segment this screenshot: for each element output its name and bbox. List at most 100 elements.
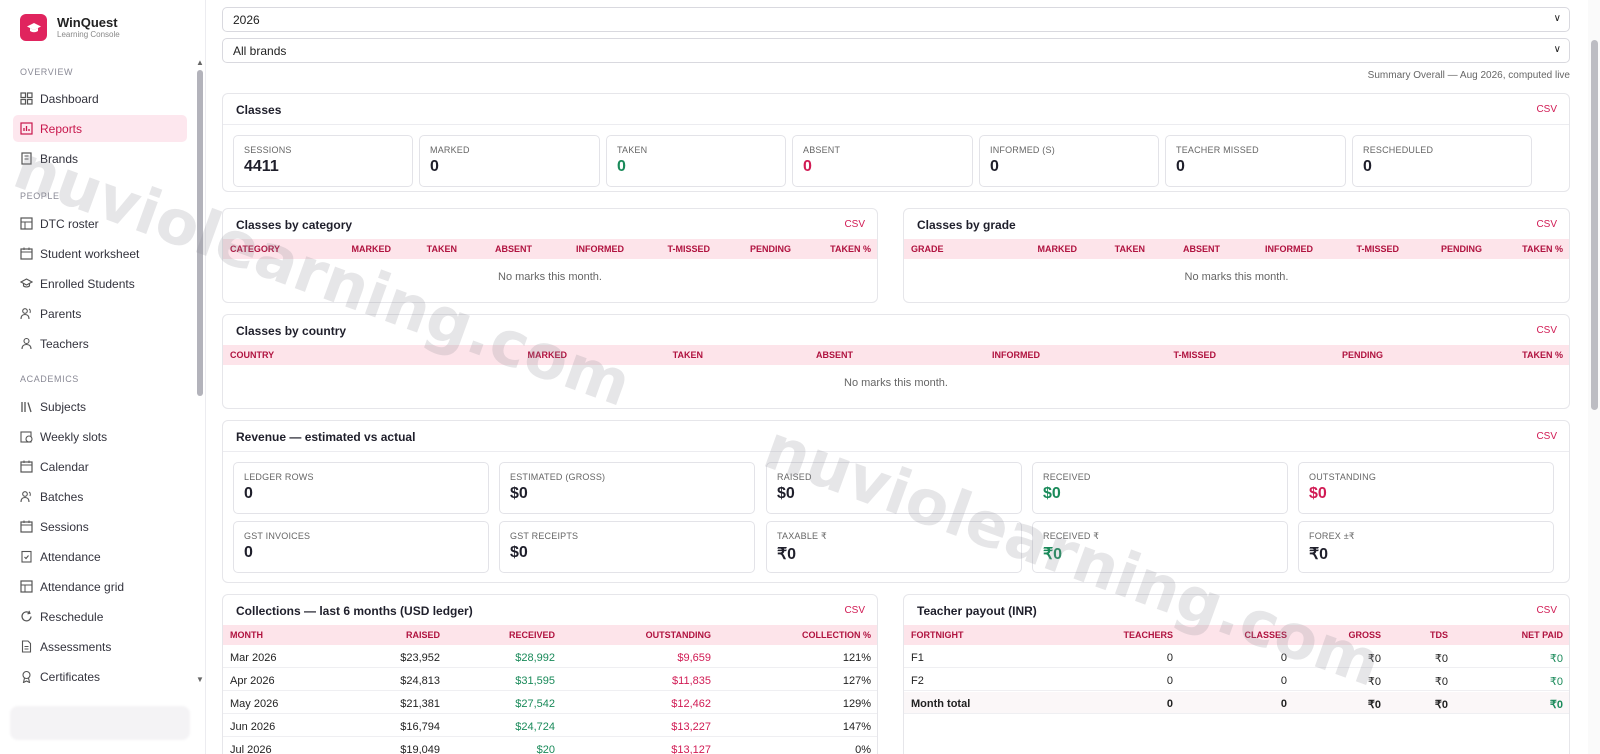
cell-fortnight: Month total bbox=[911, 698, 971, 710]
year-select[interactable]: 2026 ∨ bbox=[222, 7, 1570, 32]
page-scrollbar-thumb[interactable] bbox=[1591, 40, 1598, 410]
sidebar-item-sessions[interactable]: Sessions bbox=[13, 513, 187, 540]
sidebar-item-brands[interactable]: Brands bbox=[13, 145, 187, 172]
scroll-up-arrow-icon[interactable]: ▲ bbox=[196, 58, 204, 67]
revenue-csv-link[interactable]: CSV bbox=[1536, 431, 1557, 442]
stat-label: GST RECEIPTS bbox=[510, 531, 579, 541]
sidebar-item-teachers[interactable]: Teachers bbox=[13, 330, 187, 357]
sidebar-item-parents[interactable]: Parents bbox=[13, 300, 187, 327]
col-pending: PENDING bbox=[1440, 244, 1482, 254]
brand-subtitle: Learning Console bbox=[57, 30, 120, 39]
stat-ledger-rows: LEDGER ROWS 0 bbox=[233, 462, 489, 514]
calendar-icon bbox=[20, 520, 33, 533]
sidebar-scrollbar[interactable]: ▲ ▼ bbox=[196, 58, 204, 688]
divider bbox=[223, 451, 1569, 452]
stat-gst-invoices: GST INVOICES 0 bbox=[233, 521, 489, 573]
country-csv-link[interactable]: CSV bbox=[1536, 325, 1557, 336]
sidebar-item-label: Dashboard bbox=[40, 91, 99, 106]
sidebar-item-certificates[interactable]: Certificates bbox=[13, 663, 187, 688]
sidebar-item-batches[interactable]: Batches bbox=[13, 483, 187, 510]
cell-fortnight: F2 bbox=[911, 675, 924, 687]
cell-tds: ₹0 bbox=[1434, 699, 1448, 711]
category-csv-link[interactable]: CSV bbox=[844, 219, 865, 230]
sidebar-item-assessments[interactable]: Assessments bbox=[13, 633, 187, 660]
table-row: Jul 2026 $19,049 $20 $13,127 0% bbox=[223, 738, 877, 754]
year-select-value: 2026 bbox=[233, 12, 260, 27]
table-icon bbox=[20, 580, 33, 593]
cell-raised: $24,813 bbox=[400, 675, 440, 687]
stat-received: RECEIVED $0 bbox=[1032, 462, 1288, 514]
sidebar-item-attendance[interactable]: Attendance bbox=[13, 543, 187, 570]
col-received: RECEIVED bbox=[508, 630, 555, 640]
stat-value: 0 bbox=[617, 158, 626, 175]
scroll-down-arrow-icon[interactable]: ▼ bbox=[196, 675, 204, 684]
cell-tds: ₹0 bbox=[1434, 653, 1448, 665]
stat-value: ₹0 bbox=[777, 546, 797, 563]
cell-collection-pct: 129% bbox=[842, 698, 871, 710]
classes-by-country-title: Classes by country bbox=[236, 324, 347, 338]
award-icon bbox=[20, 670, 33, 683]
sidebar-item-dtc-roster[interactable]: DTC roster bbox=[13, 210, 187, 237]
sidebar-item-label: Attendance grid bbox=[40, 579, 125, 594]
cell-raised: $19,049 bbox=[400, 744, 440, 754]
teacher-payout-title: Teacher payout (INR) bbox=[917, 604, 1037, 618]
section-label-people: PEOPLE bbox=[20, 191, 60, 201]
stat-outstanding: OUTSTANDING $0 bbox=[1298, 462, 1554, 514]
col-marked: MARKED bbox=[351, 244, 392, 254]
stat-value: $0 bbox=[1043, 485, 1061, 502]
stat-label: ESTIMATED (GROSS) bbox=[510, 472, 606, 482]
col-marked: MARKED bbox=[527, 350, 568, 360]
stat-gst-receipts: GST RECEIPTS $0 bbox=[499, 521, 755, 573]
collections-table-header: MONTH RAISED RECEIVED OUTSTANDING COLLEC… bbox=[223, 625, 877, 645]
stat-value: 0 bbox=[990, 158, 999, 175]
summary-text: Summary Overall — Aug 2026, computed liv… bbox=[1367, 70, 1570, 81]
empty-state: No marks this month. bbox=[498, 271, 602, 283]
sidebar-scrollbar-thumb[interactable] bbox=[197, 70, 203, 396]
sidebar-item-weekly-slots[interactable]: Weekly slots bbox=[13, 423, 187, 450]
stat-marked: MARKED 0 bbox=[419, 135, 600, 187]
classes-by-country-card: Classes by country CSV COUNTRY MARKED TA… bbox=[222, 314, 1570, 409]
table-icon bbox=[20, 217, 33, 230]
stat-value: 0 bbox=[803, 158, 812, 175]
cell-classes: 0 bbox=[1280, 698, 1287, 710]
sidebar-item-calendar[interactable]: Calendar bbox=[13, 453, 187, 480]
sidebar-item-student-worksheet[interactable]: Student worksheet bbox=[13, 240, 187, 267]
sidebar-item-attendance-grid[interactable]: Attendance grid bbox=[13, 573, 187, 600]
col-outstanding: OUTSTANDING bbox=[645, 630, 711, 640]
sidebar-item-label: Certificates bbox=[40, 669, 101, 684]
stat-value: $0 bbox=[777, 485, 795, 502]
cell-raised: $16,794 bbox=[400, 721, 440, 733]
brand[interactable]: WinQuest Learning Console bbox=[20, 14, 120, 41]
cell-outstanding: $12,462 bbox=[671, 698, 711, 710]
sidebar-item-subjects[interactable]: Subjects bbox=[13, 393, 187, 420]
sidebar-nav: OVERVIEW PEOPLE ACADEMICS Dashboard Repo… bbox=[0, 58, 194, 688]
sidebar-item-label: Attendance bbox=[40, 549, 101, 564]
user-profile-blurred[interactable] bbox=[10, 706, 190, 740]
sidebar-item-reschedule[interactable]: Reschedule bbox=[13, 603, 187, 630]
stat-label: RESCHEDULED bbox=[1363, 145, 1434, 155]
collections-csv-link[interactable]: CSV bbox=[844, 605, 865, 616]
cell-received: $28,992 bbox=[515, 652, 555, 664]
col-taken: TAKEN bbox=[426, 244, 457, 254]
col-t-missed: T-MISSED bbox=[1173, 350, 1216, 360]
table-row: Mar 2026 $23,952 $28,992 $9,659 121% bbox=[223, 646, 877, 668]
col-taken: TAKEN bbox=[1114, 244, 1145, 254]
stat-label: TAKEN bbox=[617, 145, 648, 155]
stat-value: 0 bbox=[1363, 158, 1372, 175]
sidebar-item-dashboard[interactable]: Dashboard bbox=[13, 85, 187, 112]
sidebar-item-reports[interactable]: Reports bbox=[13, 115, 187, 142]
building-icon bbox=[20, 152, 33, 165]
cell-tds: ₹0 bbox=[1434, 676, 1448, 688]
brand-select[interactable]: All brands ∨ bbox=[222, 38, 1570, 63]
stat-received-inr: RECEIVED ₹ ₹0 bbox=[1032, 521, 1288, 573]
page-scrollbar[interactable] bbox=[1588, 0, 1600, 754]
sidebar-item-label: Student worksheet bbox=[40, 246, 140, 261]
sidebar-item-enrolled-students[interactable]: Enrolled Students bbox=[13, 270, 187, 297]
classes-title: Classes bbox=[236, 103, 282, 117]
grade-csv-link[interactable]: CSV bbox=[1536, 219, 1557, 230]
collections-card: Collections — last 6 months (USD ledger)… bbox=[222, 594, 878, 754]
payout-csv-link[interactable]: CSV bbox=[1536, 605, 1557, 616]
grade-table-header: GRADE MARKED TAKEN ABSENT INFORMED T-MIS… bbox=[904, 239, 1569, 259]
col-taken: TAKEN bbox=[672, 350, 703, 360]
classes-csv-link[interactable]: CSV bbox=[1536, 104, 1557, 115]
